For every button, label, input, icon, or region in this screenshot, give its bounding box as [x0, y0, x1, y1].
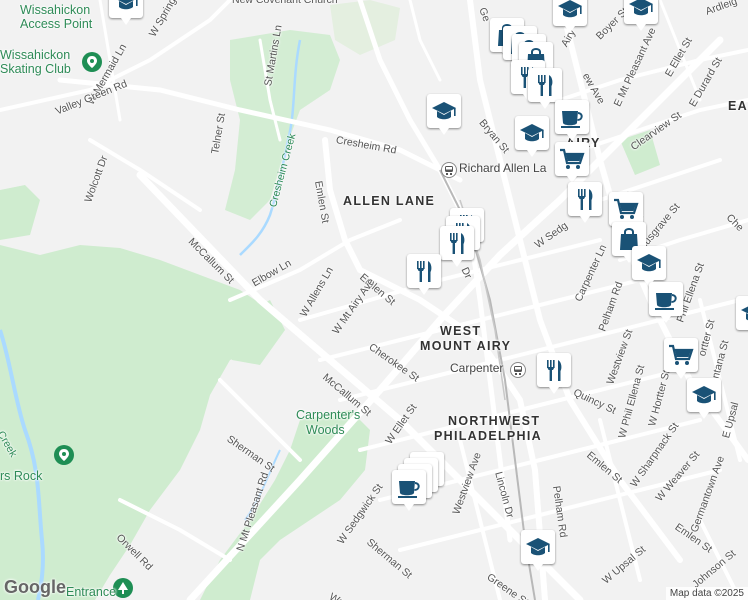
- fork-knife-icon: [538, 75, 553, 96]
- restaurant-marker[interactable]: [537, 353, 571, 394]
- park-pin-icon[interactable]: [54, 445, 74, 465]
- map-attribution: Map data ©2025: [665, 587, 748, 600]
- neighborhood-label-west-mount-airy-1[interactable]: WEST: [440, 324, 481, 339]
- school-marker[interactable]: [687, 378, 721, 419]
- cafe-marker[interactable]: [649, 282, 683, 323]
- fork-knife-icon: [578, 189, 593, 210]
- fork-knife-icon: [417, 261, 432, 282]
- graduation-cap-icon: [118, 0, 138, 10]
- google-logo: Google: [4, 577, 66, 597]
- fork-knife-icon: [450, 233, 465, 254]
- fork-knife-icon: [547, 360, 562, 381]
- park-label-entrance[interactable]: Entrance: [66, 585, 116, 599]
- coffee-cup-icon: [561, 111, 583, 128]
- graduation-cap-icon: [629, 0, 653, 16]
- park-label-wissahickon-access-1[interactable]: Wissahickon: [20, 3, 90, 17]
- grocery-marker[interactable]: [664, 338, 698, 379]
- transit-stop-icon[interactable]: [441, 162, 457, 178]
- restaurant-marker[interactable]: [407, 254, 441, 295]
- park-label-rock[interactable]: rs Rock: [0, 469, 42, 483]
- shopping-cart-icon: [560, 148, 585, 169]
- restaurant-marker[interactable]: [528, 68, 562, 109]
- park-label-skating-1[interactable]: Wissahickon: [0, 48, 70, 62]
- graduation-cap-icon: [741, 306, 748, 321]
- graduation-cap-icon: [432, 102, 456, 120]
- transit-stop-icon[interactable]: [510, 362, 526, 378]
- transit-label-carpenter[interactable]: Carpenter: [450, 362, 503, 374]
- school-marker[interactable]: [736, 296, 748, 330]
- place-label-church[interactable]: New Covenant Church: [232, 0, 338, 6]
- park-label-carpenters-woods-2[interactable]: Woods: [306, 423, 345, 437]
- school-marker[interactable]: [553, 0, 587, 33]
- park-label-skating-2[interactable]: Skating Club: [0, 62, 71, 76]
- shopping-cart-icon: [669, 344, 694, 365]
- restaurant-marker[interactable]: [568, 182, 602, 223]
- graduation-cap-icon: [520, 124, 544, 142]
- neighborhood-label-northwest-philadelphia-2[interactable]: PHILADELPHIA: [434, 429, 542, 444]
- park-label-wissahickon-access-2[interactable]: Access Point: [20, 17, 92, 31]
- park-label-carpenters-woods-1[interactable]: Carpenter's: [296, 408, 360, 422]
- graduation-cap-icon: [692, 386, 716, 404]
- cafe-marker[interactable]: [555, 100, 589, 141]
- coffee-cup-icon: [655, 293, 677, 310]
- restaurant-marker[interactable]: [440, 226, 474, 267]
- school-marker[interactable]: [427, 94, 461, 135]
- map-canvas[interactable]: ALLEN LANE WEST MOUNT AIRY NORTHWEST PHILADE…: [0, 0, 748, 600]
- school-marker[interactable]: [109, 0, 143, 25]
- graduation-cap-icon: [637, 254, 661, 272]
- neighborhood-label-west-mount-airy-2[interactable]: MOUNT AIRY: [420, 339, 511, 354]
- school-marker[interactable]: [632, 246, 666, 287]
- transit-label-richard-allen[interactable]: Richard Allen La: [459, 162, 546, 174]
- school-marker[interactable]: [521, 530, 555, 571]
- graduation-cap-icon: [558, 0, 582, 18]
- coffee-cup-icon: [398, 481, 420, 498]
- neighborhood-label-northwest-philadelphia-1[interactable]: NORTHWEST: [448, 414, 540, 429]
- shopping-cart-icon: [614, 198, 639, 219]
- school-marker[interactable]: [624, 0, 658, 31]
- school-marker[interactable]: [515, 116, 549, 157]
- neighborhood-label-east-partial[interactable]: EAS: [728, 99, 748, 114]
- grocery-marker[interactable]: [609, 192, 643, 233]
- park-pin-icon[interactable]: [82, 52, 102, 72]
- cafe-marker[interactable]: [392, 470, 426, 511]
- neighborhood-label-allen-lane[interactable]: ALLEN LANE: [343, 194, 435, 209]
- graduation-cap-icon: [526, 538, 550, 556]
- grocery-marker[interactable]: [555, 142, 589, 183]
